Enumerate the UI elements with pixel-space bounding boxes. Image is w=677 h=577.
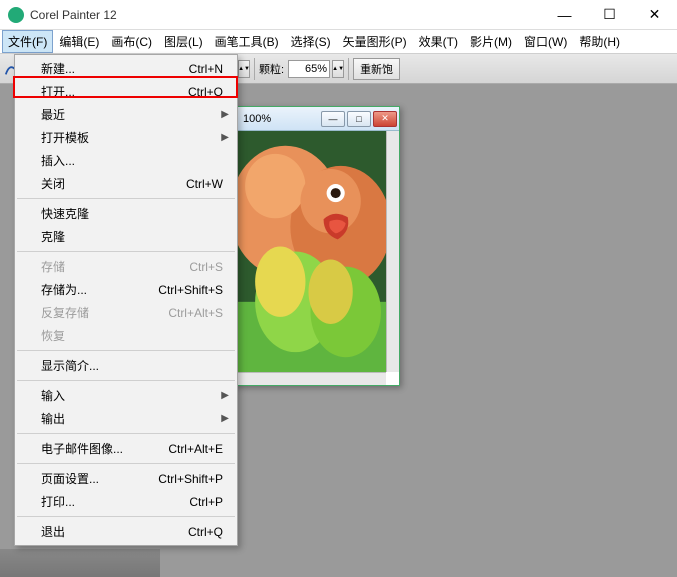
menuitem-打开[interactable]: 打开... Ctrl+O [15,80,237,103]
submenu-arrow-icon: ▶ [221,413,229,424]
separator [348,58,349,80]
resat-button[interactable]: 重新饱 [353,58,400,80]
menuitem-label: 存储 [41,258,65,275]
menuitem-label: 输出 [41,410,65,427]
doc-scrollbar-horizontal[interactable] [235,372,386,385]
menuitem-label: 快速克隆 [41,205,89,222]
menu-separator [17,350,235,351]
menuitem-新建[interactable]: 新建... Ctrl+N [15,57,237,80]
menuitem-label: 电子邮件图像... [41,440,123,457]
grain-input[interactable] [288,60,330,78]
menuitem-恢复: 恢复 [15,324,237,347]
menu-separator [17,516,235,517]
menuitem-label: 反复存储 [41,304,89,321]
app-title: Corel Painter 12 [30,8,542,22]
maximize-button[interactable]: ☐ [587,0,632,29]
menuitem-页面设置[interactable]: 页面设置... Ctrl+Shift+P [15,467,237,490]
menuitem-label: 新建... [41,60,75,77]
menu-separator [17,251,235,252]
menuitem-label: 打印... [41,493,75,510]
menuitem-打开模板[interactable]: 打开模板 ▶ [15,126,237,149]
menu-8[interactable]: 影片(M) [464,30,518,53]
menuitem-shortcut: Ctrl+Shift+P [158,472,223,486]
menuitem-label: 输入 [41,387,65,404]
menubar: 文件(F)编辑(E)画布(C)图层(L)画笔工具(B)选择(S)矢量图形(P)效… [0,30,677,54]
menuitem-电子邮件图像[interactable]: 电子邮件图像... Ctrl+Alt+E [15,437,237,460]
doc-maximize-button[interactable]: □ [347,111,371,127]
menuitem-label: 插入... [41,152,75,169]
menuitem-shortcut: Ctrl+S [189,260,223,274]
menu-3[interactable]: 图层(L) [158,30,209,53]
menuitem-label: 退出 [41,523,65,540]
opacity-stepper[interactable]: ▲▼ [238,60,250,78]
doc-close-button[interactable]: ✕ [373,111,397,127]
menuitem-label: 页面设置... [41,470,99,487]
menuitem-label: 克隆 [41,228,65,245]
submenu-arrow-icon: ▶ [221,390,229,401]
separator [254,58,255,80]
menuitem-存储为[interactable]: 存储为... Ctrl+Shift+S [15,278,237,301]
grain-spinner[interactable]: ▲▼ [288,60,344,78]
submenu-arrow-icon: ▶ [221,109,229,120]
menuitem-关闭[interactable]: 关闭 Ctrl+W [15,172,237,195]
menuitem-插入[interactable]: 插入... [15,149,237,172]
menu-0[interactable]: 文件(F) [2,30,53,53]
titlebar: Corel Painter 12 — ☐ ✕ [0,0,677,30]
menuitem-输出[interactable]: 输出 ▶ [15,407,237,430]
menuitem-label: 最近 [41,106,65,123]
menu-separator [17,198,235,199]
menuitem-shortcut: Ctrl+N [189,62,223,76]
menuitem-shortcut: Ctrl+O [188,85,223,99]
menuitem-打印[interactable]: 打印... Ctrl+P [15,490,237,513]
doc-minimize-button[interactable]: — [321,111,345,127]
menu-separator [17,463,235,464]
document-canvas[interactable] [235,131,386,372]
submenu-arrow-icon: ▶ [221,132,229,143]
window-buttons: — ☐ ✕ [542,0,677,29]
menuitem-反复存储: 反复存储 Ctrl+Alt+S [15,301,237,324]
menuitem-label: 关闭 [41,175,65,192]
menuitem-快速克隆[interactable]: 快速克隆 [15,202,237,225]
thumbnail-strip [0,549,160,577]
menuitem-shortcut: Ctrl+P [189,495,223,509]
menuitem-存储: 存储 Ctrl+S [15,255,237,278]
menuitem-label: 恢复 [41,327,65,344]
app-icon [8,7,24,23]
menu-9[interactable]: 窗口(W) [518,30,573,53]
file-menu-dropdown: 新建... Ctrl+N 打开... Ctrl+O 最近 ▶ 打开模板 ▶ 插入... 关闭 Ctr… [14,54,238,546]
doc-scrollbar-vertical[interactable] [386,131,399,372]
menuitem-最近[interactable]: 最近 ▶ [15,103,237,126]
menu-10[interactable]: 帮助(H) [573,30,626,53]
menuitem-shortcut: Ctrl+Alt+S [168,306,223,320]
menu-5[interactable]: 选择(S) [285,30,337,53]
document-zoom: 100% [237,113,271,125]
document-window[interactable]: 100% — □ ✕ [234,106,400,386]
menuitem-shortcut: Ctrl+Alt+E [168,442,223,456]
menuitem-label: 显示简介... [41,357,99,374]
menu-4[interactable]: 画笔工具(B) [209,30,285,53]
menuitem-shortcut: Ctrl+Shift+S [158,283,223,297]
minimize-button[interactable]: — [542,0,587,29]
menuitem-克隆[interactable]: 克隆 [15,225,237,248]
menuitem-shortcut: Ctrl+W [186,177,223,191]
menuitem-显示简介[interactable]: 显示简介... [15,354,237,377]
menu-6[interactable]: 矢量图形(P) [337,30,413,53]
menu-separator [17,380,235,381]
menu-2[interactable]: 画布(C) [105,30,158,53]
menu-1[interactable]: 编辑(E) [53,30,105,53]
menuitem-输入[interactable]: 输入 ▶ [15,384,237,407]
menu-separator [17,433,235,434]
menuitem-label: 打开... [41,83,75,100]
menuitem-label: 打开模板 [41,129,89,146]
close-button[interactable]: ✕ [632,0,677,29]
menuitem-退出[interactable]: 退出 Ctrl+Q [15,520,237,543]
canvas-image [235,131,386,372]
menuitem-shortcut: Ctrl+Q [188,525,223,539]
menuitem-label: 存储为... [41,281,87,298]
grain-stepper[interactable]: ▲▼ [332,60,344,78]
menu-7[interactable]: 效果(T) [413,30,464,53]
grain-label: 颗粒: [259,61,284,77]
document-titlebar[interactable]: 100% — □ ✕ [235,107,399,131]
